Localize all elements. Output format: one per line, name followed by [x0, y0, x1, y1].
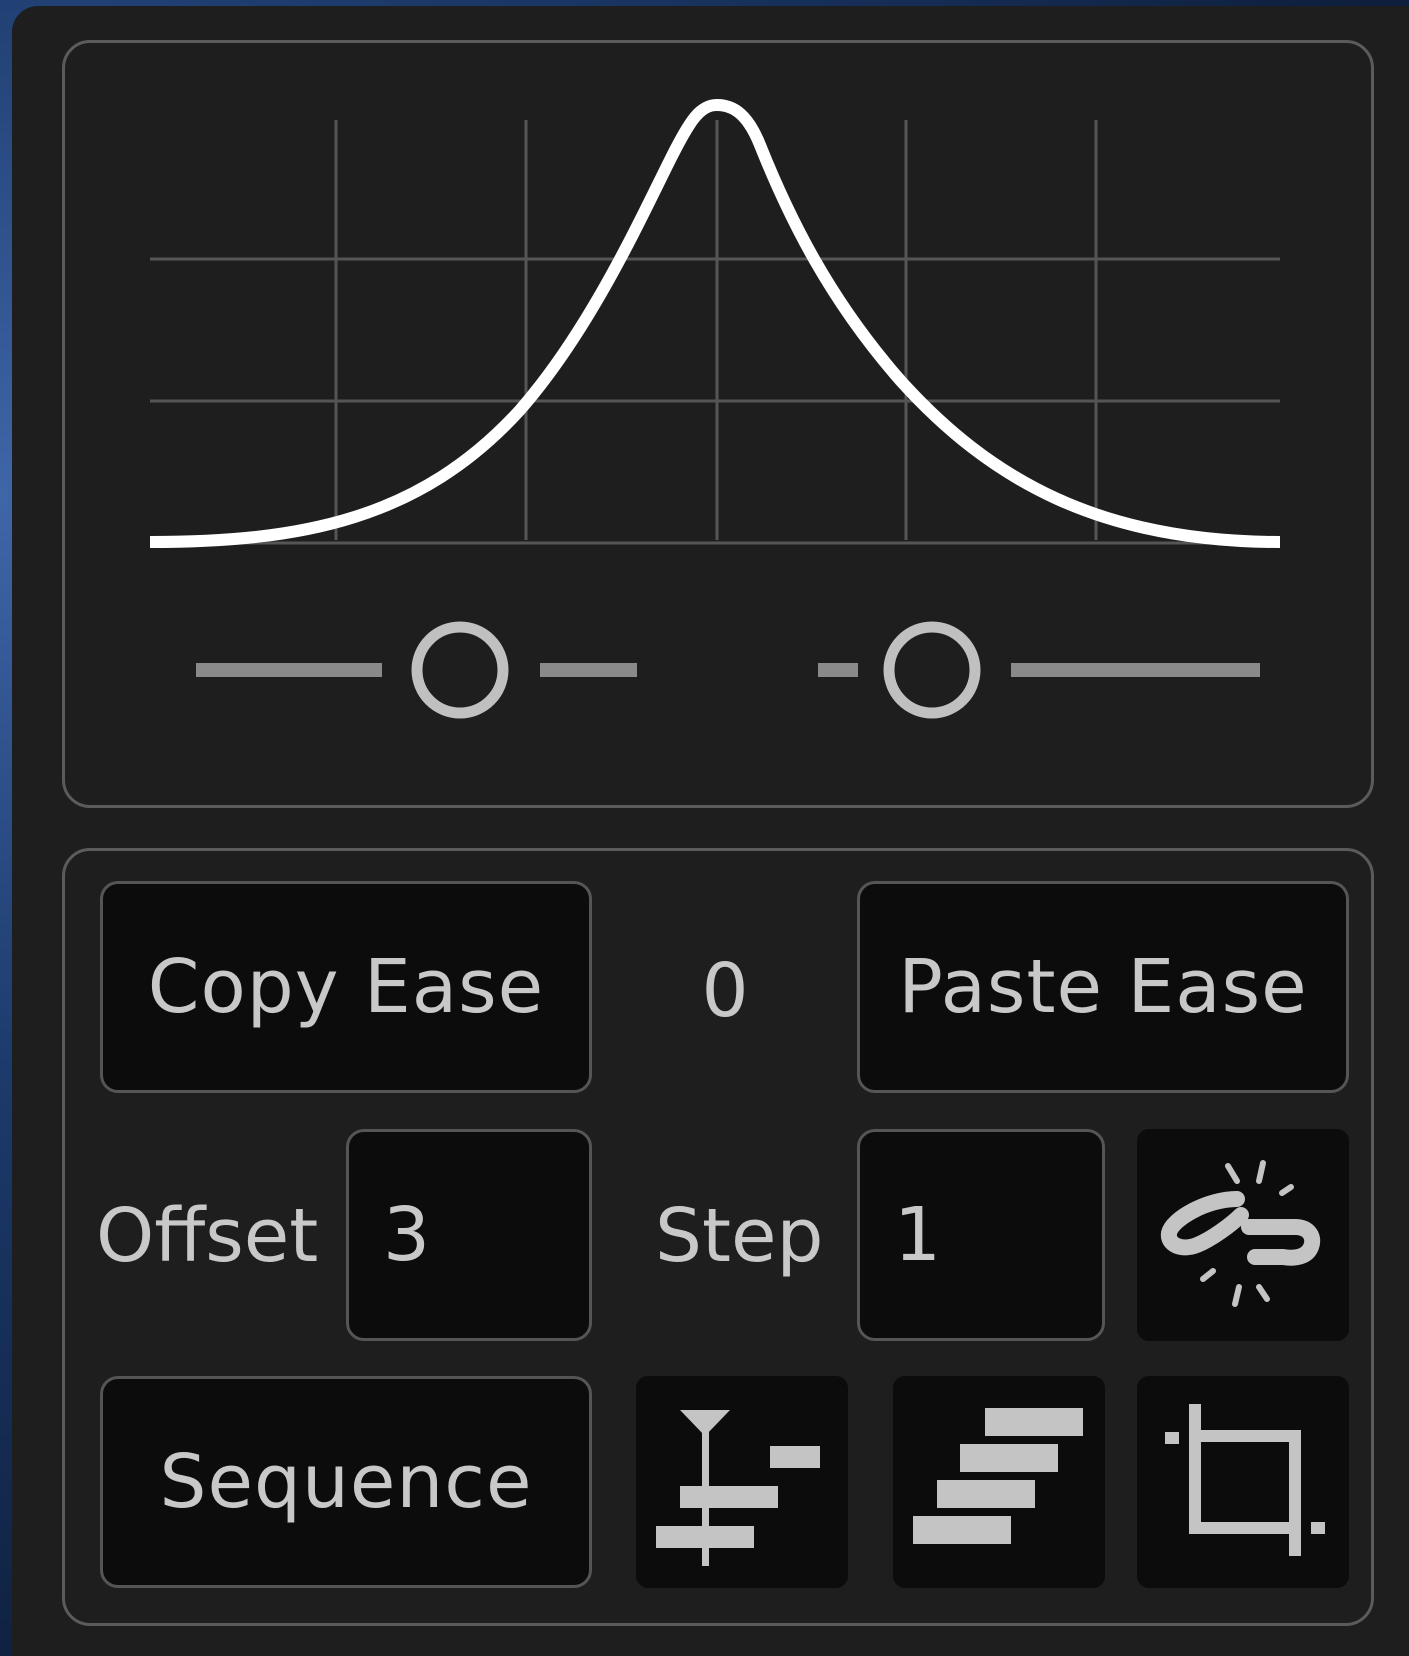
crop-button[interactable]: [1137, 1376, 1349, 1588]
unlink-icon: [1160, 1160, 1321, 1307]
right-handle[interactable]: [818, 621, 1260, 719]
ease-curve: [149, 99, 1281, 548]
crop-icon: [1165, 1404, 1325, 1556]
paste-ease-label: Paste Ease: [898, 944, 1308, 1030]
right-handle-knob[interactable]: [883, 621, 981, 719]
ease-graph: [149, 99, 1281, 719]
offset-input[interactable]: 3: [346, 1129, 592, 1341]
graph-grid: [150, 120, 1280, 545]
left-handle[interactable]: [196, 621, 637, 719]
step-input[interactable]: 1: [857, 1129, 1105, 1341]
paste-ease-button[interactable]: Paste Ease: [857, 881, 1349, 1093]
unlink-button[interactable]: [1137, 1129, 1349, 1341]
ease-value-display: 0: [701, 948, 749, 1034]
copy-ease-label: Copy Ease: [147, 944, 545, 1030]
step-label: Step: [655, 1193, 824, 1279]
align-to-playhead-button[interactable]: [636, 1376, 848, 1588]
stagger-button[interactable]: [893, 1376, 1105, 1588]
offset-value: 3: [383, 1192, 431, 1278]
left-handle-knob[interactable]: [411, 621, 509, 719]
copy-ease-button[interactable]: Copy Ease: [100, 881, 592, 1093]
sequence-button[interactable]: Sequence: [100, 1376, 592, 1588]
offset-label: Offset: [96, 1193, 319, 1279]
align-to-playhead-icon: [656, 1410, 820, 1566]
stagger-icon: [913, 1408, 1083, 1544]
sequence-label: Sequence: [159, 1439, 533, 1525]
step-value: 1: [894, 1192, 942, 1278]
